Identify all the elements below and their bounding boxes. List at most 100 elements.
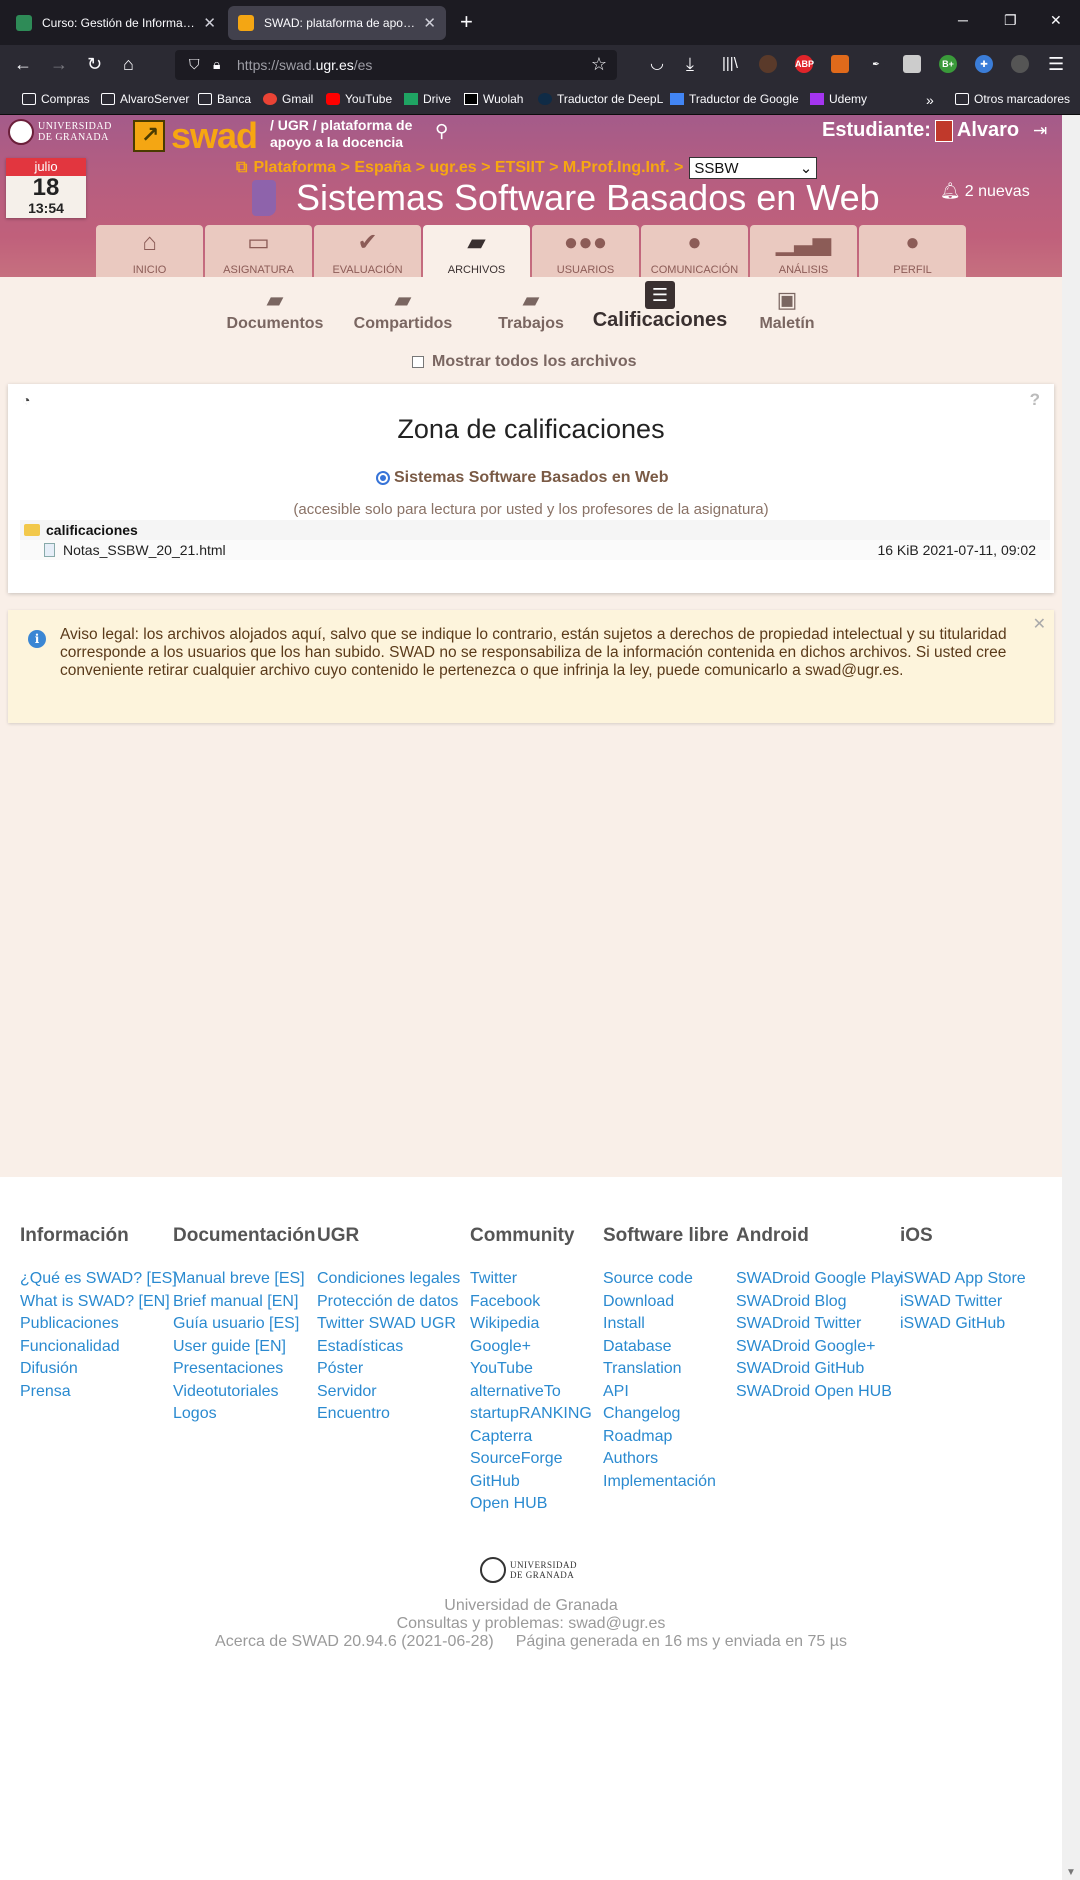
menu-icon[interactable]: ☰ xyxy=(1048,53,1064,75)
tab-usuarios[interactable]: ●●● USUARIOS xyxy=(532,225,639,277)
browser-tab-1[interactable]: Curso: Gestión de Información en la Web … xyxy=(6,6,226,40)
restore-icon[interactable]: ❐ xyxy=(1004,12,1017,29)
footer-link[interactable]: Google+ xyxy=(470,1336,592,1359)
breadcrumb[interactable]: ⧉ Plataforma > España > ugr.es > ETSIIT … xyxy=(236,157,818,179)
bookmark-udemy[interactable]: Udemy xyxy=(810,92,867,106)
footer-link[interactable]: Funcionalidad xyxy=(20,1336,177,1359)
show-all-files[interactable]: Mostrar todos los archivos xyxy=(412,353,637,371)
tab-analisis[interactable]: ▁▃▅ ANÁLISIS xyxy=(750,225,857,277)
subtab-compartidos[interactable]: ▰ Compartidos xyxy=(348,285,458,333)
footer-link[interactable]: Manual breve [ES] xyxy=(173,1268,316,1291)
logout-icon[interactable]: ⇥ xyxy=(1033,121,1047,141)
footer-link[interactable]: Roadmap xyxy=(603,1426,729,1449)
subtab-maletin[interactable]: ▣ Maletín xyxy=(752,285,822,333)
tab-comunicacion[interactable]: ● COMUNICACIÓN xyxy=(641,225,748,277)
folder-name[interactable]: calificaciones xyxy=(46,522,138,538)
footer-link[interactable]: Open HUB xyxy=(470,1493,592,1516)
extension-puzzle-icon[interactable]: ✚ xyxy=(975,55,993,73)
bookmark-drive[interactable]: Drive xyxy=(404,92,451,106)
footer-link[interactable]: SWADroid Open HUB xyxy=(736,1381,902,1404)
bookmark-deepl[interactable]: Traductor de DeepL xyxy=(538,92,663,106)
tab-evaluacion[interactable]: ✔ EVALUACIÓN xyxy=(314,225,421,277)
course-radio-label[interactable]: Sistemas Software Basados en Web xyxy=(394,469,668,487)
bookmark-banca[interactable]: Banca xyxy=(198,92,251,106)
course-radio[interactable]: Sistemas Software Basados en Web xyxy=(376,469,668,487)
extension-bplus-icon[interactable]: B+ xyxy=(939,55,957,73)
bookmark-wuolah[interactable]: Wuolah xyxy=(464,92,523,106)
footer-link[interactable]: GitHub xyxy=(470,1471,592,1494)
bookmark-gmail[interactable]: Gmail xyxy=(263,92,313,106)
footer-link[interactable]: Twitter xyxy=(470,1268,592,1291)
scroll-down-icon[interactable]: ▼ xyxy=(1066,1867,1076,1878)
file-name[interactable]: Notas_SSBW_20_21.html xyxy=(63,542,226,558)
footer-link[interactable]: Servidor xyxy=(317,1381,460,1404)
footer-link[interactable]: Presentaciones xyxy=(173,1358,316,1381)
footer-contact[interactable]: Consultas y problemas: swad@ugr.es xyxy=(0,1615,1062,1633)
course-select[interactable]: SSBW ⌄ xyxy=(689,157,818,179)
extension-feather-icon[interactable]: ✒ xyxy=(867,55,885,73)
footer-link[interactable]: Videotutoriales xyxy=(173,1381,316,1404)
show-all-checkbox[interactable] xyxy=(412,356,424,368)
extension-page-icon[interactable] xyxy=(903,55,921,73)
footer-link[interactable]: Estadísticas xyxy=(317,1336,460,1359)
forward-icon[interactable]: → xyxy=(50,53,68,75)
tab-perfil[interactable]: ● PERFIL xyxy=(859,225,966,277)
pie-chart-icon[interactable]: ◔ xyxy=(22,392,30,408)
subtab-documentos[interactable]: ▰ Documentos xyxy=(225,285,325,333)
bookmark-compras[interactable]: Compras xyxy=(22,92,90,106)
url-text[interactable]: https://swad.ugr.es/es xyxy=(237,57,372,73)
footer-link[interactable]: SourceForge xyxy=(470,1448,592,1471)
show-all-label[interactable]: Mostrar todos los archivos xyxy=(432,353,637,371)
tab-asignatura[interactable]: ▭ ASIGNATURA xyxy=(205,225,312,277)
footer-link[interactable]: Download xyxy=(603,1291,729,1314)
url-bar[interactable]: ⛉ 🔒︎ https://swad.ugr.es/es ☆ xyxy=(175,50,617,80)
footer-link[interactable]: Database xyxy=(603,1336,729,1359)
footer-link[interactable]: Capterra xyxy=(470,1426,592,1449)
footer-link[interactable]: Difusión xyxy=(20,1358,177,1381)
footer-link[interactable]: SWADroid Blog xyxy=(736,1291,902,1314)
avatar[interactable] xyxy=(934,119,953,142)
extension-avatar-icon[interactable] xyxy=(759,55,777,73)
footer-link[interactable]: Install xyxy=(603,1313,729,1336)
notifications[interactable]: 🔔︎ 2 nuevas xyxy=(940,181,1030,201)
radio-selected-icon[interactable] xyxy=(376,471,390,485)
footer-link[interactable]: alternativeTo xyxy=(470,1381,592,1404)
course-title-text[interactable]: Sistemas Software Basados en Web xyxy=(296,177,880,219)
footer-link[interactable]: Publicaciones xyxy=(20,1313,177,1336)
footer-version[interactable]: Acerca de SWAD 20.94.6 (2021-06-28) xyxy=(215,1633,494,1650)
footer-link[interactable]: iSWAD App Store xyxy=(900,1268,1026,1291)
subtab-trabajos[interactable]: ▰ Trabajos xyxy=(490,285,572,333)
extension-gear-icon[interactable] xyxy=(831,55,849,73)
ugr-footer-logo[interactable]: UNIVERSIDAD DE GRANADA xyxy=(480,1557,577,1583)
footer-link[interactable]: Encuentro xyxy=(317,1403,460,1426)
footer-link[interactable]: What is SWAD? [EN] xyxy=(20,1291,177,1314)
footer-link[interactable]: Guía usuario [ES] xyxy=(173,1313,316,1336)
footer-link[interactable]: YouTube xyxy=(470,1358,592,1381)
footer-link[interactable]: Authors xyxy=(603,1448,729,1471)
footer-link[interactable]: Translation xyxy=(603,1358,729,1381)
bookmark-alvaroserver[interactable]: AlvaroServer xyxy=(101,92,189,106)
bookmark-youtube[interactable]: YouTube xyxy=(326,92,392,106)
close-tab-icon[interactable]: ✕ xyxy=(203,14,216,32)
footer-link[interactable]: Changelog xyxy=(603,1403,729,1426)
downloads-icon[interactable]: ⤓ xyxy=(686,53,694,75)
lock-icon[interactable]: 🔒︎ xyxy=(213,56,220,73)
footer-link[interactable]: Logos xyxy=(173,1403,316,1426)
footer-university[interactable]: Universidad de Granada xyxy=(0,1597,1062,1615)
close-icon[interactable]: ✕ xyxy=(1033,614,1046,634)
close-window-icon[interactable]: ✕ xyxy=(1050,12,1062,29)
course-title[interactable]: Sistemas Software Basados en Web xyxy=(252,177,880,219)
pocket-icon[interactable]: ◡ xyxy=(650,53,664,75)
footer-link[interactable]: Facebook xyxy=(470,1291,592,1314)
footer-link[interactable]: Brief manual [EN] xyxy=(173,1291,316,1314)
reload-icon[interactable]: ↻ xyxy=(87,53,102,75)
footer-link[interactable]: SWADroid Google+ xyxy=(736,1336,902,1359)
library-icon[interactable]: |||\ xyxy=(722,53,738,75)
footer-link[interactable]: iSWAD GitHub xyxy=(900,1313,1026,1336)
footer-link[interactable]: Protección de datos xyxy=(317,1291,460,1314)
folder-row[interactable]: calificaciones xyxy=(20,520,1050,540)
footer-link[interactable]: SWADroid GitHub xyxy=(736,1358,902,1381)
swad-logo[interactable]: swad xyxy=(133,115,258,157)
footer-link[interactable]: User guide [EN] xyxy=(173,1336,316,1359)
tab-inicio[interactable]: ⌂ INICIO xyxy=(96,225,203,277)
